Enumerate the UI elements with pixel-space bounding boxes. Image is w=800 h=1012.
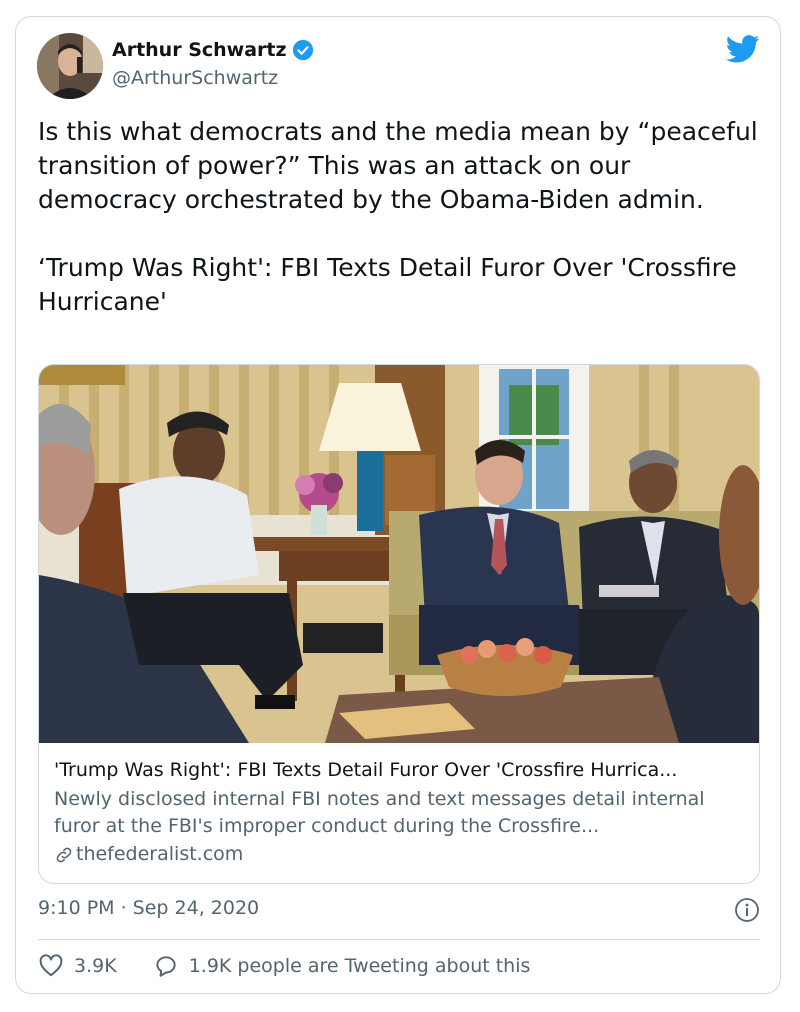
author-name-row[interactable]: Arthur Schwartz bbox=[112, 39, 314, 61]
link-title[interactable]: 'Trump Was Right': FBI Texts Detail Furo… bbox=[54, 757, 744, 784]
reply-button[interactable]: 1.9K people are Tweeting about this bbox=[153, 953, 531, 979]
reply-icon bbox=[156, 956, 176, 977]
actions-divider bbox=[38, 939, 760, 940]
link-meta: 'Trump Was Right': FBI Texts Detail Furo… bbox=[54, 757, 744, 868]
tweet-text: Is this what democrats and the media mea… bbox=[38, 117, 758, 316]
tweet-card: Arthur Schwartz @ArthurSchwartz Is this … bbox=[15, 16, 781, 994]
link-description: Newly disclosed internal FBI notes and t… bbox=[54, 788, 705, 837]
reply-text: 1.9K people are Tweeting about this bbox=[188, 955, 531, 977]
link-preview-card[interactable]: 'Trump Was Right': FBI Texts Detail Furo… bbox=[38, 364, 760, 884]
twitter-bird-icon[interactable] bbox=[726, 35, 760, 63]
like-count: 3.9K bbox=[74, 955, 117, 977]
avatar-image bbox=[37, 33, 103, 99]
link-domain-row[interactable]: thefederalist.com bbox=[54, 841, 744, 868]
like-button[interactable]: 3.9K bbox=[38, 953, 117, 979]
author-handle[interactable]: @ArthurSchwartz bbox=[112, 67, 278, 89]
link-icon bbox=[56, 847, 72, 862]
heart-icon bbox=[39, 954, 63, 977]
link-domain: thefederalist.com bbox=[76, 843, 244, 865]
tweet-timestamp[interactable]: 9:10 PM · Sep 24, 2020 bbox=[38, 897, 259, 919]
tweet-actions: 3.9K 1.9K people are Tweeting about this bbox=[38, 953, 530, 979]
avatar[interactable] bbox=[37, 33, 103, 99]
info-icon[interactable] bbox=[734, 897, 760, 923]
verified-badge-icon bbox=[292, 39, 313, 61]
author-display-name[interactable]: Arthur Schwartz bbox=[112, 39, 287, 61]
article-photo bbox=[39, 365, 759, 743]
